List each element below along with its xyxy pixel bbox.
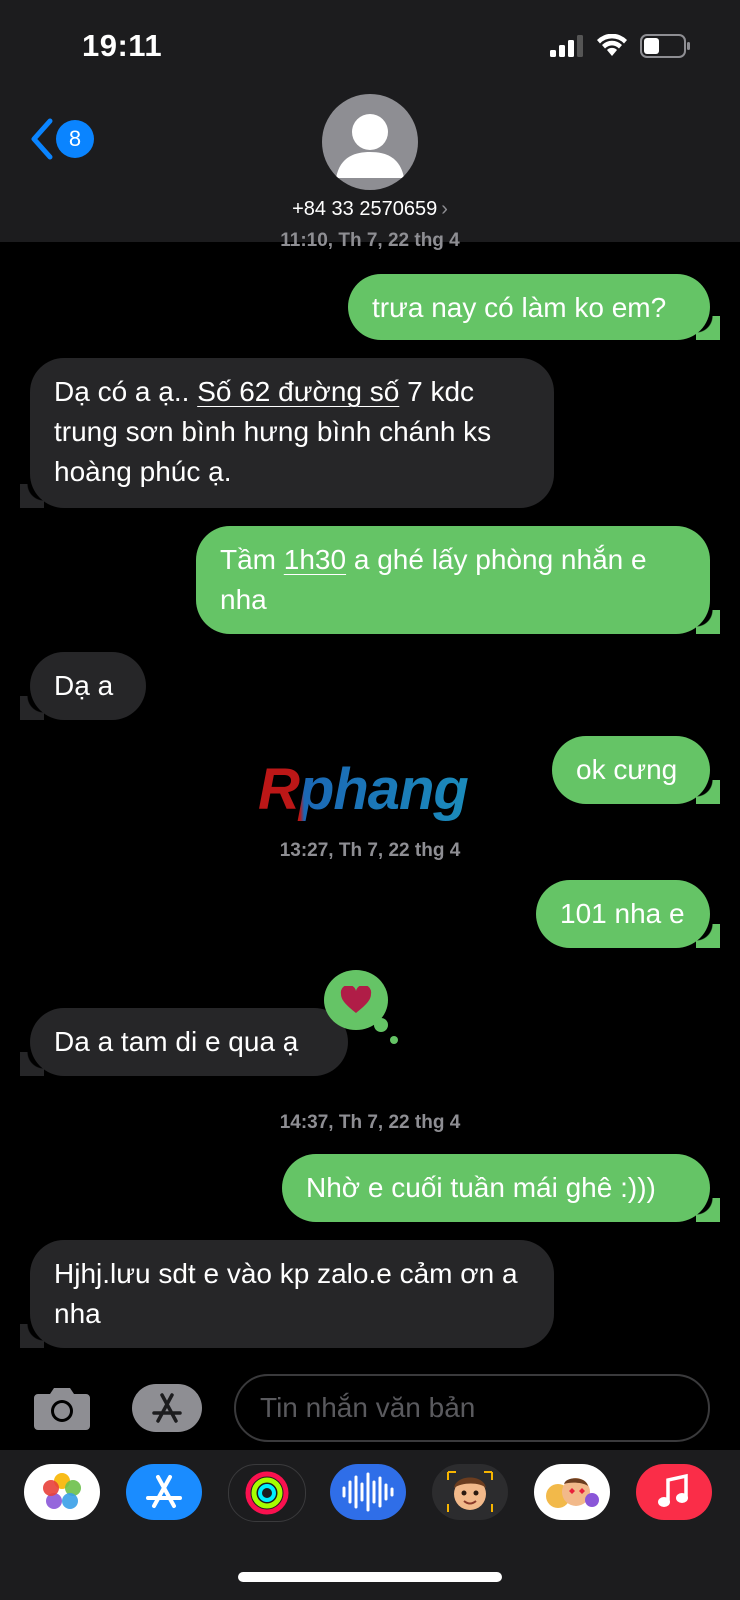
memoji-icon[interactable] xyxy=(432,1464,508,1520)
time-link[interactable]: 1h30 xyxy=(284,544,346,575)
watermark-logo: Rphang xyxy=(258,757,469,822)
status-time: 19:11 xyxy=(82,28,163,63)
message-text-prefix: Dạ có a ạ.. xyxy=(54,376,198,407)
person-icon xyxy=(336,114,404,178)
timestamp: 11:10, Th 7, 22 thg 4 xyxy=(280,230,460,251)
music-icon[interactable] xyxy=(636,1464,712,1520)
app-store-icon[interactable] xyxy=(126,1464,202,1520)
chevron-right-icon: › xyxy=(441,198,448,220)
camera-button[interactable] xyxy=(32,1384,92,1432)
incoming-message[interactable]: Dạ có a ạ.. Số 62 đường số 7 kdc trung s… xyxy=(20,358,554,508)
home-indicator[interactable] xyxy=(238,1572,502,1582)
unread-count-badge: 8 xyxy=(56,120,94,158)
reaction-tail xyxy=(390,1036,398,1044)
back-button[interactable]: 8 xyxy=(30,118,94,160)
timestamp: 14:37, Th 7, 22 thg 4 xyxy=(279,1112,461,1133)
message-text: 101 nha e xyxy=(560,898,685,929)
outgoing-message[interactable]: Nhờ e cuối tuần mái ghê :))) xyxy=(282,1154,720,1222)
fitness-icon[interactable] xyxy=(228,1464,306,1522)
message-text-prefix: Tầm xyxy=(220,544,284,575)
contact-number: +84 33 2570659 xyxy=(292,198,438,220)
message-text: trưa nay có làm ko em? xyxy=(372,292,667,323)
contact-avatar[interactable] xyxy=(322,94,418,190)
outgoing-message[interactable]: trưa nay có làm ko em? xyxy=(348,274,720,340)
status-icons xyxy=(550,34,692,58)
cellular-signal-icon xyxy=(550,35,583,57)
wifi-icon xyxy=(597,34,627,56)
voice-memos-icon[interactable] xyxy=(330,1464,406,1520)
message-text: Nhờ e cuối tuần mái ghê :))) xyxy=(306,1172,656,1203)
contact-name[interactable]: +84 33 2570659 › xyxy=(0,198,740,221)
outgoing-message[interactable]: Tầm 1h30 a ghé lấy phòng nhắn e nha xyxy=(196,526,720,634)
message-text: Dạ a xyxy=(54,670,114,701)
reaction-tail xyxy=(374,1018,388,1032)
camera-icon xyxy=(34,1388,90,1430)
incoming-message[interactable]: Da a tam di e qua ạ xyxy=(20,1008,348,1076)
message-composer xyxy=(0,1370,740,1446)
message-text: ok cưng xyxy=(576,754,678,785)
memoji-stickers-icon[interactable] xyxy=(534,1464,610,1520)
message-input[interactable] xyxy=(234,1374,710,1442)
address-link[interactable]: Số 62 đường số xyxy=(197,376,399,407)
chevron-left-icon xyxy=(31,118,53,160)
incoming-message[interactable]: Dạ a xyxy=(20,652,146,720)
message-text: Da a tam di e qua ạ xyxy=(54,1026,299,1057)
incoming-message[interactable]: Hjhj.lưu sdt e vào kp zalo.e cảm ơn a nh… xyxy=(20,1240,554,1348)
message-text: Hjhj.lưu sdt e vào kp zalo.e cảm ơn a nh… xyxy=(54,1258,518,1329)
conversation-header: 19:11 8 +84 33 2570659 › xyxy=(0,0,740,242)
heart-icon xyxy=(340,986,372,1013)
timestamp: 13:27, Th 7, 22 thg 4 xyxy=(279,840,461,861)
photos-icon[interactable] xyxy=(24,1464,100,1520)
app-store-drawer-button[interactable] xyxy=(132,1384,202,1432)
outgoing-message[interactable]: ok cưng xyxy=(552,736,720,804)
battery-icon xyxy=(640,34,690,58)
outgoing-message[interactable]: 101 nha e xyxy=(536,880,720,948)
app-store-icon xyxy=(152,1393,182,1423)
